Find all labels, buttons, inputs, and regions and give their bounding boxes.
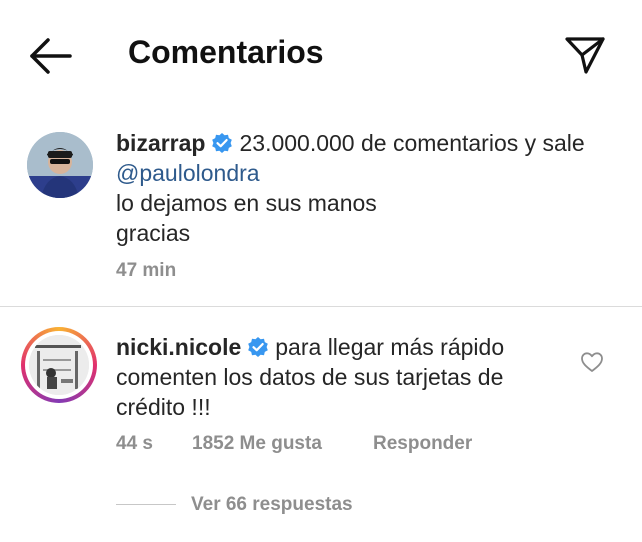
back-arrow-icon[interactable] xyxy=(28,36,72,76)
reply-button[interactable]: Responder xyxy=(373,433,472,455)
mention-link[interactable]: @paulolondra xyxy=(116,160,260,186)
verified-badge-icon xyxy=(247,335,269,357)
story-ring[interactable] xyxy=(21,327,97,403)
story-ring-gap xyxy=(25,331,93,399)
avatar-nicki-nicole[interactable] xyxy=(29,335,89,395)
caption-line-3: gracias xyxy=(116,220,191,246)
username-bizarrap[interactable]: bizarrap xyxy=(116,130,205,156)
replies-line xyxy=(116,504,176,505)
heart-outline-icon[interactable] xyxy=(580,351,604,373)
paper-plane-icon[interactable] xyxy=(564,34,606,76)
view-replies-button[interactable]: Ver 66 respuestas xyxy=(191,494,353,516)
comment-timestamp: 44 s xyxy=(116,433,153,454)
username-nicki-nicole[interactable]: nicki.nicole xyxy=(116,334,241,360)
caption-text: bizarrap 23.000.000 de comentarios y sale… xyxy=(116,128,616,248)
divider xyxy=(0,306,642,307)
verified-badge-icon xyxy=(211,131,233,153)
comment-text: nicki.nicole para llegar más rápido comen… xyxy=(116,332,556,422)
caption-text-part1: 23.000.000 de comentarios y sale xyxy=(239,130,585,156)
like-count[interactable]: 1852 Me gusta xyxy=(192,433,322,455)
caption-timestamp: 47 min xyxy=(116,260,177,281)
avatar-bizarrap[interactable] xyxy=(27,132,93,198)
page-title: Comentarios xyxy=(128,34,324,70)
caption-line-2: lo dejamos en sus manos xyxy=(116,190,377,216)
